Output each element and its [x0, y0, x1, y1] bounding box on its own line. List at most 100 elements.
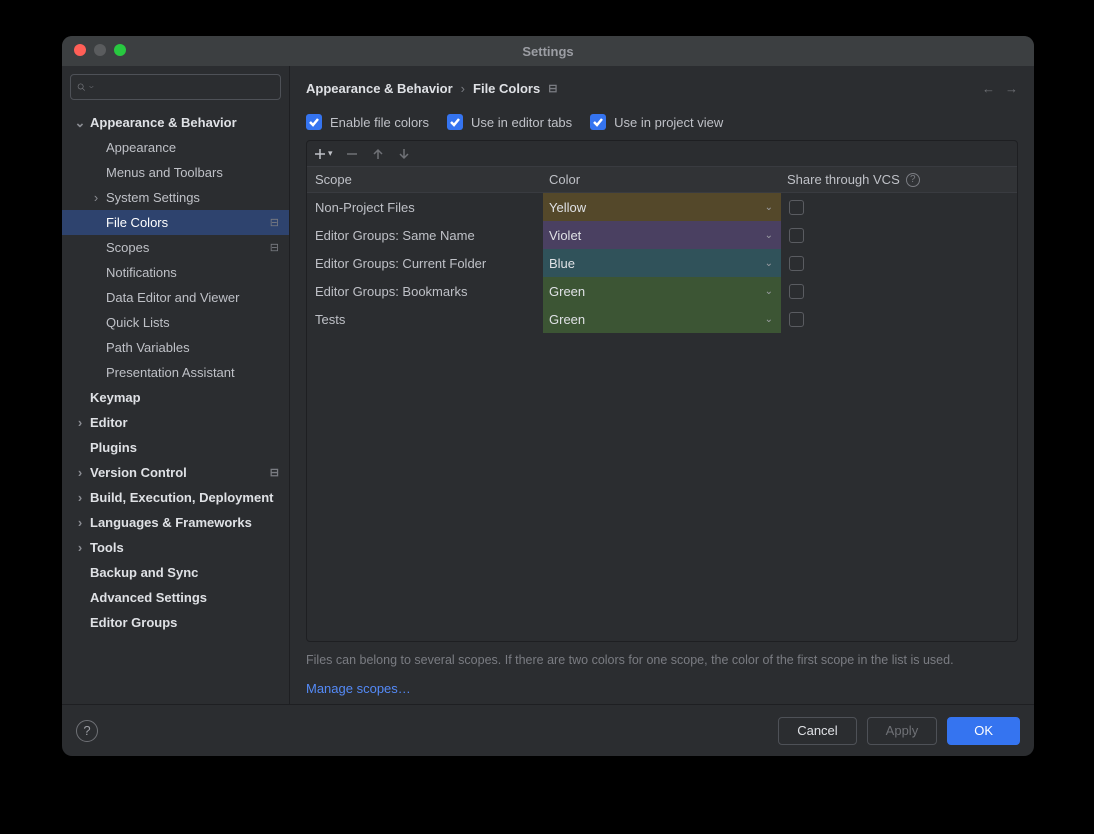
chevron-right-icon: › [74, 490, 86, 505]
move-up-button[interactable] [371, 147, 385, 161]
chevron-right-icon: › [74, 415, 86, 430]
sidebar-item[interactable]: Backup and Sync [62, 560, 289, 585]
titlebar: Settings [62, 36, 1034, 66]
table-row[interactable]: TestsGreen⌄ [307, 305, 1017, 333]
table-row[interactable]: Non-Project FilesYellow⌄ [307, 193, 1017, 221]
remove-button[interactable] [345, 147, 359, 161]
project-badge-icon: ⊟ [270, 241, 279, 254]
sidebar-item[interactable]: Notifications [62, 260, 289, 285]
cancel-button[interactable]: Cancel [778, 717, 856, 745]
add-button[interactable]: ▾ [313, 147, 333, 161]
help-button[interactable]: ? [76, 720, 98, 742]
vcs-checkbox[interactable] [789, 228, 804, 243]
close-window-button[interactable] [74, 44, 86, 56]
table-body: Non-Project FilesYellow⌄Editor Groups: S… [307, 193, 1017, 333]
header-color: Color [543, 172, 781, 187]
window-controls [74, 44, 126, 56]
chevron-down-icon: ⌄ [765, 258, 773, 269]
color-label: Blue [549, 256, 575, 271]
sidebar-item-label: File Colors [106, 215, 168, 230]
chevron-right-icon: › [461, 81, 465, 96]
table-row[interactable]: Editor Groups: Same NameViolet⌄ [307, 221, 1017, 249]
sidebar-item[interactable]: Path Variables [62, 335, 289, 360]
project-badge-icon: ⊟ [270, 216, 279, 229]
use-in-editor-tabs-checkbox[interactable]: Use in editor tabs [447, 114, 572, 130]
sidebar-item[interactable]: ›Version Control⊟ [62, 460, 289, 485]
color-label: Green [549, 312, 585, 327]
sidebar-item[interactable]: Advanced Settings [62, 585, 289, 610]
color-cell[interactable]: Yellow⌄ [543, 193, 781, 221]
ok-button[interactable]: OK [947, 717, 1020, 745]
sidebar-item[interactable]: ›Editor [62, 410, 289, 435]
sidebar-item-label: Path Variables [106, 340, 190, 355]
sidebar-item[interactable]: Data Editor and Viewer [62, 285, 289, 310]
chevron-right-icon: › [90, 190, 102, 205]
sidebar-item[interactable]: Menus and Toolbars [62, 160, 289, 185]
help-icon[interactable]: ? [906, 173, 920, 187]
color-label: Violet [549, 228, 581, 243]
vcs-checkbox[interactable] [789, 200, 804, 215]
sidebar-item-label: Notifications [106, 265, 177, 280]
maximize-window-button[interactable] [114, 44, 126, 56]
sidebar-item[interactable]: Quick Lists [62, 310, 289, 335]
table-row[interactable]: Editor Groups: Current FolderBlue⌄ [307, 249, 1017, 277]
settings-window: Settings ⌄Appearance & BehaviorAppearanc… [62, 36, 1034, 756]
chevron-down-icon: ⌄ [765, 230, 773, 241]
manage-scopes-link[interactable]: Manage scopes… [306, 681, 1018, 696]
dropdown-icon [89, 83, 94, 91]
forward-button[interactable]: → [1005, 81, 1018, 96]
window-title: Settings [522, 44, 573, 59]
chevron-right-icon: › [74, 515, 86, 530]
sidebar-item[interactable]: › Languages & Frameworks [62, 510, 289, 535]
header-scope: Scope [307, 172, 543, 187]
sidebar-item[interactable]: Keymap [62, 385, 289, 410]
breadcrumb-parent[interactable]: Appearance & Behavior [306, 81, 453, 96]
sidebar-item-label: Quick Lists [106, 315, 170, 330]
checkbox-checked-icon [447, 114, 463, 130]
back-button[interactable]: ← [982, 81, 995, 96]
vcs-checkbox[interactable] [789, 284, 804, 299]
sidebar: ⌄Appearance & BehaviorAppearanceMenus an… [62, 66, 290, 704]
header-vcs: Share through VCS ? [781, 172, 1017, 187]
enable-file-colors-checkbox[interactable]: Enable file colors [306, 114, 429, 130]
sidebar-item[interactable]: ›Build, Execution, Deployment [62, 485, 289, 510]
colors-panel: ▾ Scope Color Share thr [306, 140, 1018, 642]
use-in-project-view-checkbox[interactable]: Use in project view [590, 114, 723, 130]
sidebar-item[interactable]: File Colors ⊟ [62, 210, 289, 235]
apply-button[interactable]: Apply [867, 717, 938, 745]
color-cell[interactable]: Blue ⌄ [543, 249, 781, 277]
vcs-checkbox[interactable] [789, 312, 804, 327]
sidebar-item-label: Plugins [90, 440, 137, 455]
search-field[interactable] [98, 80, 274, 95]
project-badge-icon: ⊟ [270, 466, 279, 479]
vcs-cell [781, 221, 1017, 249]
move-down-button[interactable] [397, 147, 411, 161]
sidebar-item[interactable]: Scopes⊟ [62, 235, 289, 260]
settings-tree: ⌄Appearance & BehaviorAppearanceMenus an… [62, 108, 289, 704]
reset-icon[interactable]: ⊟ [548, 82, 557, 95]
color-cell[interactable]: Violet ⌄ [543, 221, 781, 249]
sidebar-item[interactable]: ›Tools [62, 535, 289, 560]
panel-toolbar: ▾ [307, 141, 1017, 167]
color-cell[interactable]: Green⌄ [543, 277, 781, 305]
minimize-window-button[interactable] [94, 44, 106, 56]
chevron-down-icon: ⌄ [765, 314, 773, 325]
chevron-right-icon: › [74, 540, 86, 555]
breadcrumb: Appearance & Behavior › File Colors ⊟ ← … [306, 76, 1018, 100]
table-row[interactable]: Editor Groups: BookmarksGreen⌄ [307, 277, 1017, 305]
sidebar-item[interactable]: ⌄Appearance & Behavior [62, 110, 289, 135]
sidebar-item[interactable]: Appearance [62, 135, 289, 160]
sidebar-item[interactable]: ›System Settings [62, 185, 289, 210]
sidebar-item-label: Data Editor and Viewer [106, 290, 239, 305]
sidebar-item-label: Appearance & Behavior [90, 115, 237, 130]
vcs-checkbox[interactable] [789, 256, 804, 271]
sidebar-item-label: Presentation Assistant [106, 365, 235, 380]
search-input[interactable] [70, 74, 281, 100]
sidebar-item[interactable]: Presentation Assistant [62, 360, 289, 385]
sidebar-item-label: Languages & Frameworks [90, 515, 252, 530]
chevron-down-icon: ⌄ [765, 286, 773, 297]
color-cell[interactable]: Green ⌄ [543, 305, 781, 333]
sidebar-item[interactable]: Editor Groups [62, 610, 289, 635]
vcs-cell [781, 249, 1017, 277]
sidebar-item[interactable]: Plugins [62, 435, 289, 460]
